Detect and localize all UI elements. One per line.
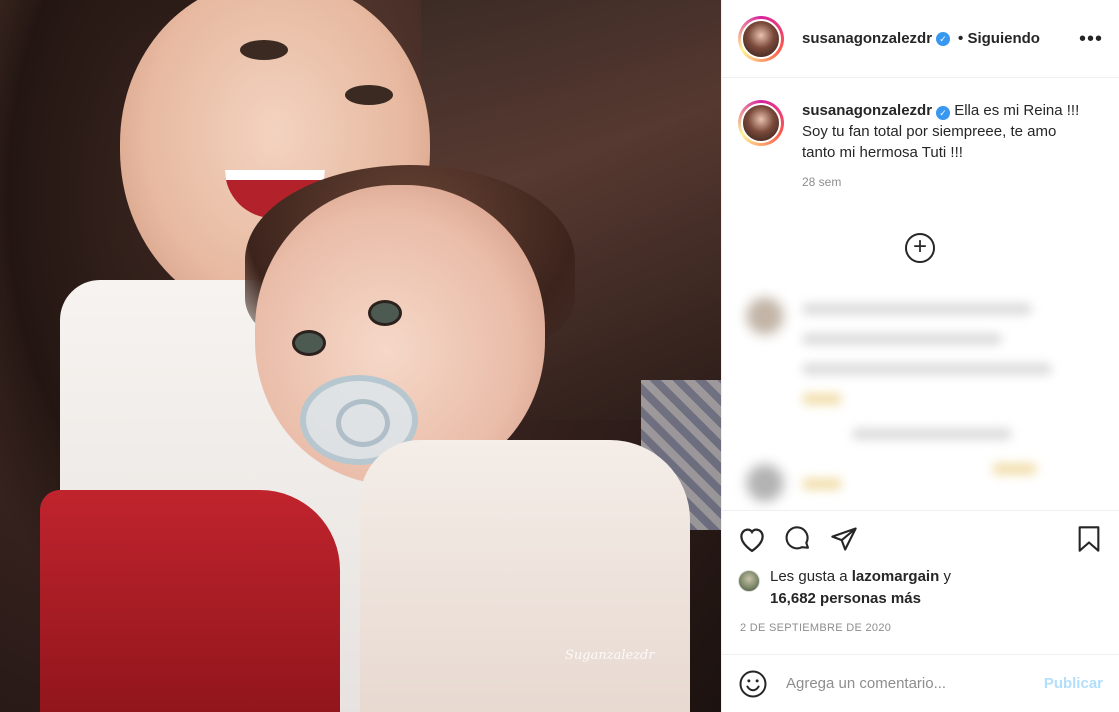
heart-icon[interactable] xyxy=(736,523,768,555)
photo-woman-eye-right xyxy=(345,85,393,105)
blurred-line xyxy=(802,478,842,490)
author-username[interactable]: susanagonzalezdr xyxy=(802,30,932,47)
photo-girl-eye-right xyxy=(368,300,402,326)
caption-username[interactable]: susanagonzalezdr xyxy=(802,102,932,119)
post-header: susanagonzalezdr ✓ • Siguiendo ••• xyxy=(722,0,1119,78)
likes-connector: y xyxy=(943,568,951,585)
blurred-line xyxy=(802,333,1002,345)
verified-badge-icon: ✓ xyxy=(936,31,951,46)
instagram-post: Suganzalezdr susanagonzalezdr ✓ • Siguie… xyxy=(0,0,1119,712)
photo-girl-dress xyxy=(360,440,690,712)
caption-author-avatar[interactable] xyxy=(738,100,784,146)
verified-badge-icon: ✓ xyxy=(936,106,951,120)
blurred-line xyxy=(802,393,842,405)
bookmark-icon[interactable] xyxy=(1073,523,1105,555)
likes-summary: Les gusta a lazomargain y 16,682 persona… xyxy=(722,566,1119,620)
liker-username[interactable]: lazomargain xyxy=(852,568,940,585)
comment-input[interactable] xyxy=(786,675,1044,692)
caption-timestamp[interactable]: 28 sem xyxy=(802,175,1119,189)
post-date[interactable]: 2 DE SEPTIEMBRE DE 2020 xyxy=(722,620,1119,654)
publish-button[interactable]: Publicar xyxy=(1044,675,1103,692)
blurred-line xyxy=(802,363,1052,375)
more-options-icon[interactable]: ••• xyxy=(1079,29,1103,49)
caption: susanagonzalezdr ✓ Ella es mi Reina !!! S… xyxy=(722,78,1119,163)
comments-section[interactable]: susanagonzalezdr ✓ Ella es mi Reina !!! S… xyxy=(722,78,1119,510)
likes-count[interactable]: 16,682 personas más xyxy=(770,590,921,607)
photo-watermark: Suganzalezdr xyxy=(565,648,655,663)
load-more-comments-icon[interactable]: + xyxy=(905,233,935,263)
add-comment-form: Publicar xyxy=(722,654,1119,712)
smile-icon[interactable] xyxy=(738,669,768,699)
caption-text: susanagonzalezdr ✓ Ella es mi Reina !!! S… xyxy=(802,100,1092,163)
likes-prefix: Les gusta a xyxy=(770,568,848,585)
post-actions xyxy=(722,510,1119,566)
share-icon[interactable] xyxy=(828,523,860,555)
photo-girl-eye-left xyxy=(292,330,326,356)
post-photo[interactable]: Suganzalezdr xyxy=(0,0,721,712)
likes-text: Les gusta a lazomargain y 16,682 persona… xyxy=(770,566,951,610)
following-button[interactable]: • Siguiendo xyxy=(958,30,1040,47)
author-avatar[interactable] xyxy=(738,15,784,62)
post-side-panel: susanagonzalezdr ✓ • Siguiendo ••• susan… xyxy=(721,0,1119,712)
photo-woman-eye-left xyxy=(240,40,288,60)
photo-woman-vest xyxy=(40,490,340,712)
blurred-line xyxy=(802,303,1032,315)
blurred-line xyxy=(992,463,1037,475)
blurred-line xyxy=(852,428,1012,440)
comment-icon[interactable] xyxy=(782,523,814,555)
liker-avatar[interactable] xyxy=(738,570,760,592)
blurred-comments xyxy=(730,283,1112,510)
